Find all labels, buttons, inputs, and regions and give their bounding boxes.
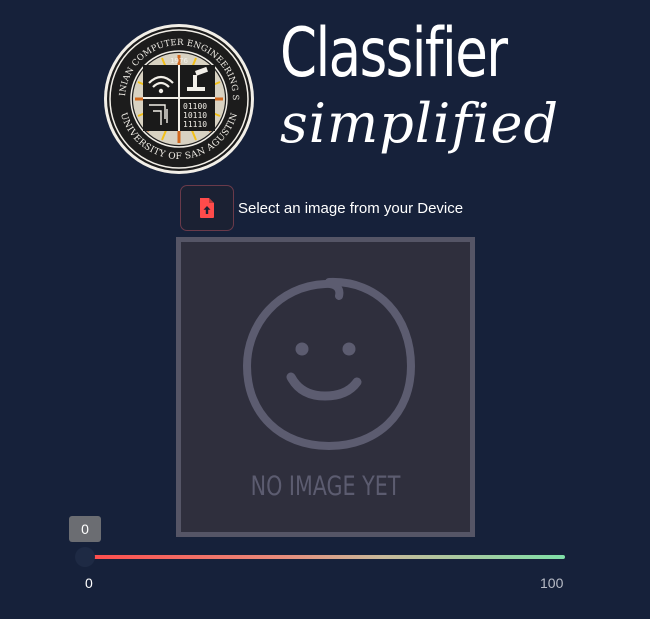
slider-max-label: 100 bbox=[540, 575, 564, 591]
logo-year: 1976 bbox=[170, 57, 188, 65]
logo-binary-2: 10110 bbox=[183, 111, 207, 120]
app-title: Classifier bbox=[280, 14, 508, 93]
smiley-face-icon bbox=[242, 277, 416, 451]
slider-track[interactable] bbox=[85, 555, 565, 559]
upload-file-button[interactable] bbox=[180, 185, 234, 231]
society-logo-seal: AUGUSTINIAN COMPUTER ENGINEERING SOCIETY… bbox=[99, 16, 255, 175]
logo-binary-3: 11110 bbox=[183, 120, 207, 129]
image-preview-placeholder: NO IMAGE YET bbox=[176, 237, 475, 537]
slider-min-label: 0 bbox=[85, 575, 93, 591]
app-subtitle: simplified bbox=[280, 92, 560, 155]
slider-value-tooltip: 0 bbox=[69, 516, 101, 542]
file-upload-icon bbox=[200, 198, 214, 218]
slider-thumb[interactable] bbox=[75, 547, 95, 567]
placeholder-text: NO IMAGE YET bbox=[250, 471, 401, 502]
logo-binary-1: 01100 bbox=[183, 102, 207, 111]
upload-label: Select an image from your Device bbox=[238, 200, 464, 217]
